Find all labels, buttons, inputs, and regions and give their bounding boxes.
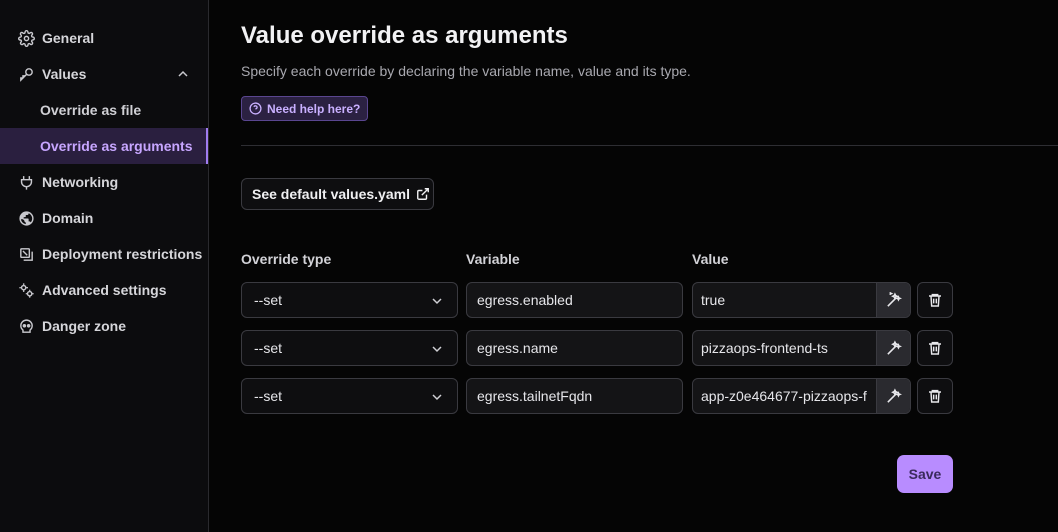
sidebar-item-label: Override as file <box>40 102 142 118</box>
globe-icon <box>17 209 35 227</box>
chevron-down-icon <box>432 346 442 353</box>
help-button-label: Need help here? <box>267 101 361 116</box>
chevron-up-icon[interactable] <box>175 66 191 82</box>
override-type-select[interactable]: --set <box>241 378 458 414</box>
app: General Values Override as file Override… <box>0 0 1058 532</box>
override-row: --set egress.name pizzaops-frontend-ts <box>0 330 1058 366</box>
question-circle-icon <box>249 102 262 115</box>
sidebar-item-deployment-restrictions[interactable]: Deployment restrictions <box>0 236 208 272</box>
page-subtitle: Specify each override by declaring the v… <box>241 63 691 79</box>
magic-wand-icon <box>887 291 902 307</box>
sidebar-item-override-as-file[interactable]: Override as file <box>0 92 208 128</box>
variable-input[interactable]: egress.enabled <box>466 282 683 318</box>
chevron-down-icon <box>432 298 442 305</box>
chevron-down-icon <box>432 394 442 401</box>
external-link-icon <box>417 188 429 200</box>
sidebar-item-label: General <box>42 30 95 46</box>
override-type-value: --set <box>254 388 282 404</box>
override-type-value: --set <box>254 292 282 308</box>
value-input[interactable]: app-z0e464677-pizzaops-f <box>693 379 877 413</box>
key-icon <box>17 65 35 83</box>
restriction-icon <box>17 245 35 263</box>
override-type-value: --set <box>254 340 282 356</box>
value-field: true <box>692 282 911 318</box>
save-button[interactable]: Save <box>897 455 953 493</box>
trash-icon <box>929 389 941 403</box>
plug-icon <box>17 173 35 191</box>
sidebar-item-override-as-arguments[interactable]: Override as arguments <box>0 128 208 164</box>
delete-row-button[interactable] <box>917 282 953 318</box>
magic-wand-button[interactable] <box>876 283 910 317</box>
see-default-values-label: See default values.yaml <box>252 186 410 202</box>
sidebar-item-label: Deployment restrictions <box>42 246 203 262</box>
magic-wand-button[interactable] <box>876 331 910 365</box>
magic-wand-button[interactable] <box>876 379 910 413</box>
sidebar-item-label: Networking <box>42 174 119 190</box>
sidebar-item-label: Override as arguments <box>40 138 193 154</box>
trash-icon <box>929 341 941 355</box>
sidebar-item-general[interactable]: General <box>0 20 208 56</box>
sidebar-item-values[interactable]: Values <box>0 56 208 92</box>
sidebar: General Values Override as file Override… <box>0 0 209 532</box>
gear-icon <box>17 29 35 47</box>
page-title: Value override as arguments <box>241 22 568 49</box>
value-field: app-z0e464677-pizzaops-f <box>692 378 911 414</box>
variable-input[interactable]: egress.name <box>466 330 683 366</box>
column-header-override-type: Override type <box>241 251 332 267</box>
value-input[interactable]: true <box>693 283 877 317</box>
magic-wand-icon <box>887 387 902 403</box>
override-row: --set egress.tailnetFqdn app-z0e464677-p… <box>0 378 1058 414</box>
column-header-variable: Variable <box>466 251 520 267</box>
override-type-select[interactable]: --set <box>241 282 458 318</box>
sidebar-item-domain[interactable]: Domain <box>0 200 208 236</box>
see-default-values-button[interactable]: See default values.yaml <box>241 178 434 210</box>
delete-row-button[interactable] <box>917 378 953 414</box>
variable-input[interactable]: egress.tailnetFqdn <box>466 378 683 414</box>
sidebar-item-networking[interactable]: Networking <box>0 164 208 200</box>
sidebar-item-label: Values <box>42 66 87 82</box>
magic-wand-icon <box>887 339 902 355</box>
value-input[interactable]: pizzaops-frontend-ts <box>693 331 877 365</box>
help-button[interactable]: Need help here? <box>241 96 369 121</box>
divider <box>241 145 1058 146</box>
delete-row-button[interactable] <box>917 330 953 366</box>
column-header-value: Value <box>692 251 729 267</box>
trash-icon <box>929 293 941 307</box>
override-row: --set egress.enabled true <box>0 282 1058 318</box>
override-type-select[interactable]: --set <box>241 330 458 366</box>
value-field: pizzaops-frontend-ts <box>692 330 911 366</box>
sidebar-item-label: Domain <box>42 210 94 226</box>
